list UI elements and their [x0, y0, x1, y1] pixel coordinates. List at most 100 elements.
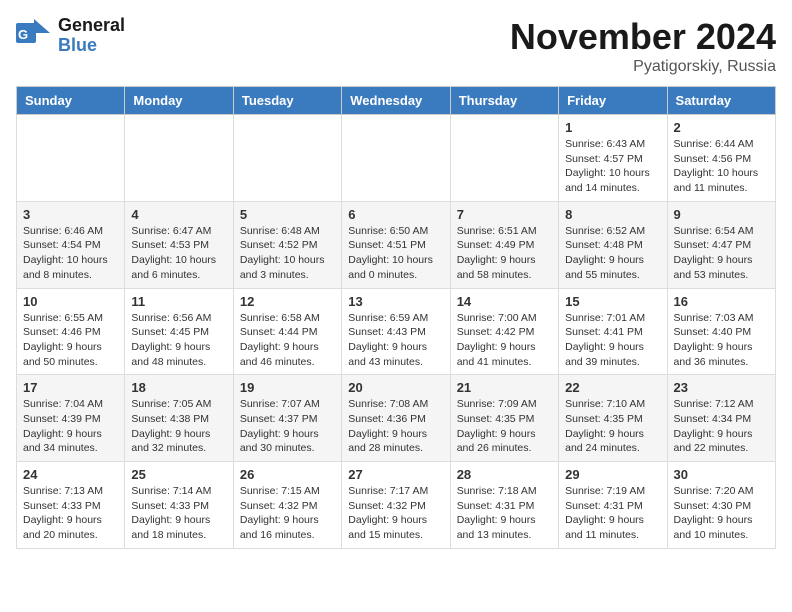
calendar-week-5: 24 Sunrise: 7:13 AM Sunset: 4:33 PM Dayli… [17, 462, 776, 549]
calendar-cell: 25Sunrise: 7:14 AM Sunset: 4:33 PM Dayli… [125, 462, 233, 549]
day-number: 6 [348, 207, 443, 222]
day-number: 14 [457, 294, 552, 309]
day-info: Sunrise: 7:03 AM Sunset: 4:40 PM Dayligh… [674, 311, 769, 370]
logo-blue: Blue [58, 36, 125, 56]
day-info: Sunrise: 7:10 AM Sunset: 4:35 PM Dayligh… [565, 397, 660, 456]
day-number: 5 [240, 207, 335, 222]
weekday-header-wednesday: Wednesday [342, 87, 450, 115]
calendar-table: SundayMondayTuesdayWednesdayThursdayFrid… [16, 86, 776, 549]
day-number: 8 [565, 207, 660, 222]
calendar-cell: 10Sunrise: 6:55 AM Sunset: 4:46 PM Dayli… [17, 288, 125, 375]
weekday-header-sunday: Sunday [17, 87, 125, 115]
day-info: Sunrise: 6:50 AM Sunset: 4:51 PM Dayligh… [348, 224, 443, 283]
day-info: Sunrise: 6:52 AM Sunset: 4:48 PM Dayligh… [565, 224, 660, 283]
calendar-cell: 19 Sunrise: 7:07 AM Sunset: 4:37 PM Dayli… [233, 375, 341, 462]
calendar-cell: 5 Sunrise: 6:48 AM Sunset: 4:52 PM Daylig… [233, 201, 341, 288]
day-info: Sunrise: 6:58 AM Sunset: 4:44 PM Dayligh… [240, 311, 335, 370]
day-info: Sunrise: 7:17 AM Sunset: 4:32 PM Dayligh… [348, 484, 443, 543]
day-info: Sunrise: 6:51 AM Sunset: 4:49 PM Dayligh… [457, 224, 552, 283]
calendar-cell: 20 Sunrise: 7:08 AM Sunset: 4:36 PM Dayli… [342, 375, 450, 462]
day-info: Sunrise: 7:05 AM Sunset: 4:38 PM Dayligh… [131, 397, 226, 456]
weekday-header-tuesday: Tuesday [233, 87, 341, 115]
day-info: Sunrise: 7:07 AM Sunset: 4:37 PM Dayligh… [240, 397, 335, 456]
weekday-header-saturday: Saturday [667, 87, 775, 115]
logo: G General Blue [16, 16, 125, 56]
day-info: Sunrise: 7:09 AM Sunset: 4:35 PM Dayligh… [457, 397, 552, 456]
day-number: 20 [348, 380, 443, 395]
page-header: G General Blue November 2024 Pyatigorski… [16, 16, 776, 76]
calendar-cell: 7 Sunrise: 6:51 AM Sunset: 4:49 PM Daylig… [450, 201, 558, 288]
day-number: 2 [674, 120, 769, 135]
calendar-cell: 1 Sunrise: 6:43 AM Sunset: 4:57 PM Daylig… [559, 115, 667, 202]
day-info: Sunrise: 7:12 AM Sunset: 4:34 PM Dayligh… [674, 397, 769, 456]
day-info: Sunrise: 6:43 AM Sunset: 4:57 PM Dayligh… [565, 137, 660, 196]
day-number: 15 [565, 294, 660, 309]
logo-icon: G [16, 19, 50, 47]
day-number: 17 [23, 380, 118, 395]
weekday-header-thursday: Thursday [450, 87, 558, 115]
day-number: 21 [457, 380, 552, 395]
calendar-cell: 27 Sunrise: 7:17 AM Sunset: 4:32 PM Dayli… [342, 462, 450, 549]
day-number: 1 [565, 120, 660, 135]
calendar-cell [342, 115, 450, 202]
calendar-cell: 6 Sunrise: 6:50 AM Sunset: 4:51 PM Daylig… [342, 201, 450, 288]
calendar-cell: 17 Sunrise: 7:04 AM Sunset: 4:39 PM Dayli… [17, 375, 125, 462]
calendar-week-1: 1 Sunrise: 6:43 AM Sunset: 4:57 PM Daylig… [17, 115, 776, 202]
calendar-week-2: 3Sunrise: 6:46 AM Sunset: 4:54 PM Daylig… [17, 201, 776, 288]
calendar-cell [450, 115, 558, 202]
day-number: 23 [674, 380, 769, 395]
calendar-cell: 14 Sunrise: 7:00 AM Sunset: 4:42 PM Dayli… [450, 288, 558, 375]
weekday-header-monday: Monday [125, 87, 233, 115]
svg-text:G: G [18, 27, 28, 42]
day-info: Sunrise: 7:08 AM Sunset: 4:36 PM Dayligh… [348, 397, 443, 456]
calendar-cell: 22 Sunrise: 7:10 AM Sunset: 4:35 PM Dayli… [559, 375, 667, 462]
calendar-cell: 21 Sunrise: 7:09 AM Sunset: 4:35 PM Dayli… [450, 375, 558, 462]
calendar-cell [233, 115, 341, 202]
calendar-cell: 29Sunrise: 7:19 AM Sunset: 4:31 PM Dayli… [559, 462, 667, 549]
day-number: 30 [674, 467, 769, 482]
day-number: 19 [240, 380, 335, 395]
day-number: 24 [23, 467, 118, 482]
day-number: 16 [674, 294, 769, 309]
day-info: Sunrise: 6:56 AM Sunset: 4:45 PM Dayligh… [131, 311, 226, 370]
calendar-week-4: 17 Sunrise: 7:04 AM Sunset: 4:39 PM Dayli… [17, 375, 776, 462]
day-number: 12 [240, 294, 335, 309]
calendar-cell: 15 Sunrise: 7:01 AM Sunset: 4:41 PM Dayli… [559, 288, 667, 375]
day-info: Sunrise: 6:44 AM Sunset: 4:56 PM Dayligh… [674, 137, 769, 196]
calendar-cell: 26 Sunrise: 7:15 AM Sunset: 4:32 PM Dayli… [233, 462, 341, 549]
calendar-cell: 23 Sunrise: 7:12 AM Sunset: 4:34 PM Dayli… [667, 375, 775, 462]
calendar-cell: 30 Sunrise: 7:20 AM Sunset: 4:30 PM Dayli… [667, 462, 775, 549]
day-number: 3 [23, 207, 118, 222]
day-number: 7 [457, 207, 552, 222]
day-number: 26 [240, 467, 335, 482]
calendar-cell: 3Sunrise: 6:46 AM Sunset: 4:54 PM Daylig… [17, 201, 125, 288]
calendar-cell: 8 Sunrise: 6:52 AM Sunset: 4:48 PM Daylig… [559, 201, 667, 288]
day-info: Sunrise: 7:13 AM Sunset: 4:33 PM Dayligh… [23, 484, 118, 543]
calendar-cell: 24 Sunrise: 7:13 AM Sunset: 4:33 PM Dayli… [17, 462, 125, 549]
day-info: Sunrise: 7:01 AM Sunset: 4:41 PM Dayligh… [565, 311, 660, 370]
calendar-cell: 18Sunrise: 7:05 AM Sunset: 4:38 PM Dayli… [125, 375, 233, 462]
month-title: November 2024 [510, 16, 776, 58]
calendar-cell: 11 Sunrise: 6:56 AM Sunset: 4:45 PM Dayli… [125, 288, 233, 375]
day-number: 27 [348, 467, 443, 482]
day-info: Sunrise: 6:47 AM Sunset: 4:53 PM Dayligh… [131, 224, 226, 283]
day-info: Sunrise: 7:00 AM Sunset: 4:42 PM Dayligh… [457, 311, 552, 370]
day-info: Sunrise: 7:15 AM Sunset: 4:32 PM Dayligh… [240, 484, 335, 543]
location: Pyatigorskiy, Russia [510, 58, 776, 76]
title-area: November 2024 Pyatigorskiy, Russia [510, 16, 776, 76]
day-number: 22 [565, 380, 660, 395]
day-number: 25 [131, 467, 226, 482]
day-number: 11 [131, 294, 226, 309]
calendar-cell: 13Sunrise: 6:59 AM Sunset: 4:43 PM Dayli… [342, 288, 450, 375]
day-number: 4 [131, 207, 226, 222]
day-info: Sunrise: 7:04 AM Sunset: 4:39 PM Dayligh… [23, 397, 118, 456]
calendar-cell [17, 115, 125, 202]
weekday-header-friday: Friday [559, 87, 667, 115]
day-number: 9 [674, 207, 769, 222]
calendar-cell: 28Sunrise: 7:18 AM Sunset: 4:31 PM Dayli… [450, 462, 558, 549]
day-info: Sunrise: 6:48 AM Sunset: 4:52 PM Dayligh… [240, 224, 335, 283]
day-info: Sunrise: 6:54 AM Sunset: 4:47 PM Dayligh… [674, 224, 769, 283]
logo-general: General [58, 16, 125, 36]
day-info: Sunrise: 7:20 AM Sunset: 4:30 PM Dayligh… [674, 484, 769, 543]
day-info: Sunrise: 6:59 AM Sunset: 4:43 PM Dayligh… [348, 311, 443, 370]
